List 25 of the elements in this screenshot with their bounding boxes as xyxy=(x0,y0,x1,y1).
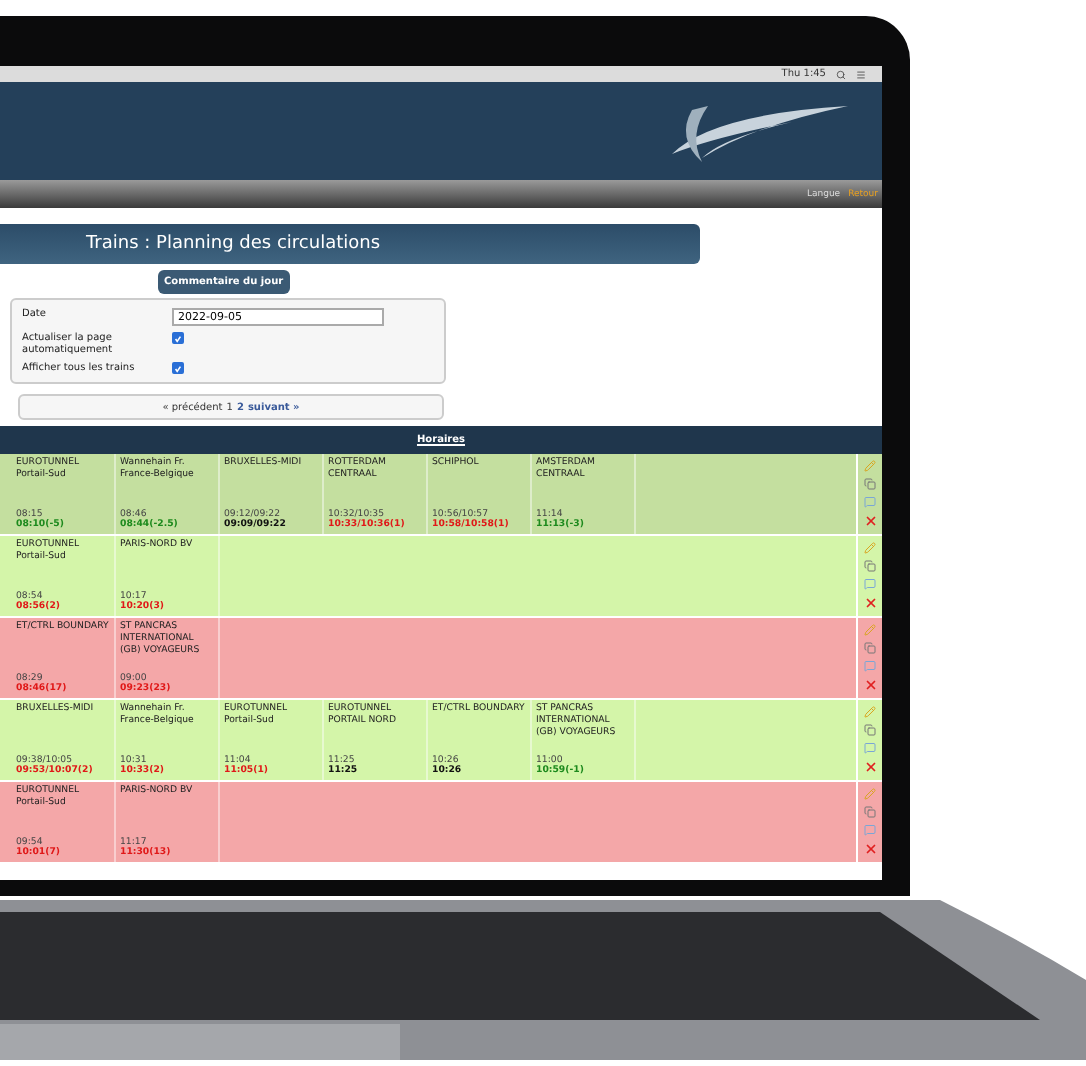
speech-bubble-icon[interactable] xyxy=(864,741,876,754)
checkbox[interactable] xyxy=(172,362,184,374)
pencil-icon[interactable] xyxy=(864,624,876,637)
page-title: Trains : Planning des circulations xyxy=(0,224,700,264)
search-icon[interactable] xyxy=(836,69,846,79)
pencil-icon[interactable] xyxy=(864,788,876,801)
close-icon[interactable] xyxy=(863,759,877,774)
close-icon[interactable] xyxy=(863,513,877,528)
copy-icon[interactable] xyxy=(864,642,876,655)
copy-icon[interactable] xyxy=(864,478,876,491)
menu-icon[interactable] xyxy=(856,69,866,79)
close-icon[interactable] xyxy=(863,677,877,692)
pencil-icon[interactable] xyxy=(864,706,876,719)
speech-bubble-icon[interactable] xyxy=(864,495,876,508)
close-icon[interactable] xyxy=(863,841,877,856)
speech-bubble-icon[interactable] xyxy=(864,577,876,590)
pencil-icon[interactable] xyxy=(864,542,876,555)
speech-bubble-icon[interactable] xyxy=(864,823,876,836)
pencil-icon[interactable] xyxy=(864,460,876,473)
close-icon[interactable] xyxy=(863,595,877,610)
copy-icon[interactable] xyxy=(864,724,876,737)
copy-icon[interactable] xyxy=(864,560,876,573)
copy-icon[interactable] xyxy=(864,806,876,819)
speech-bubble-icon[interactable] xyxy=(864,659,876,672)
checkbox[interactable] xyxy=(172,332,184,344)
